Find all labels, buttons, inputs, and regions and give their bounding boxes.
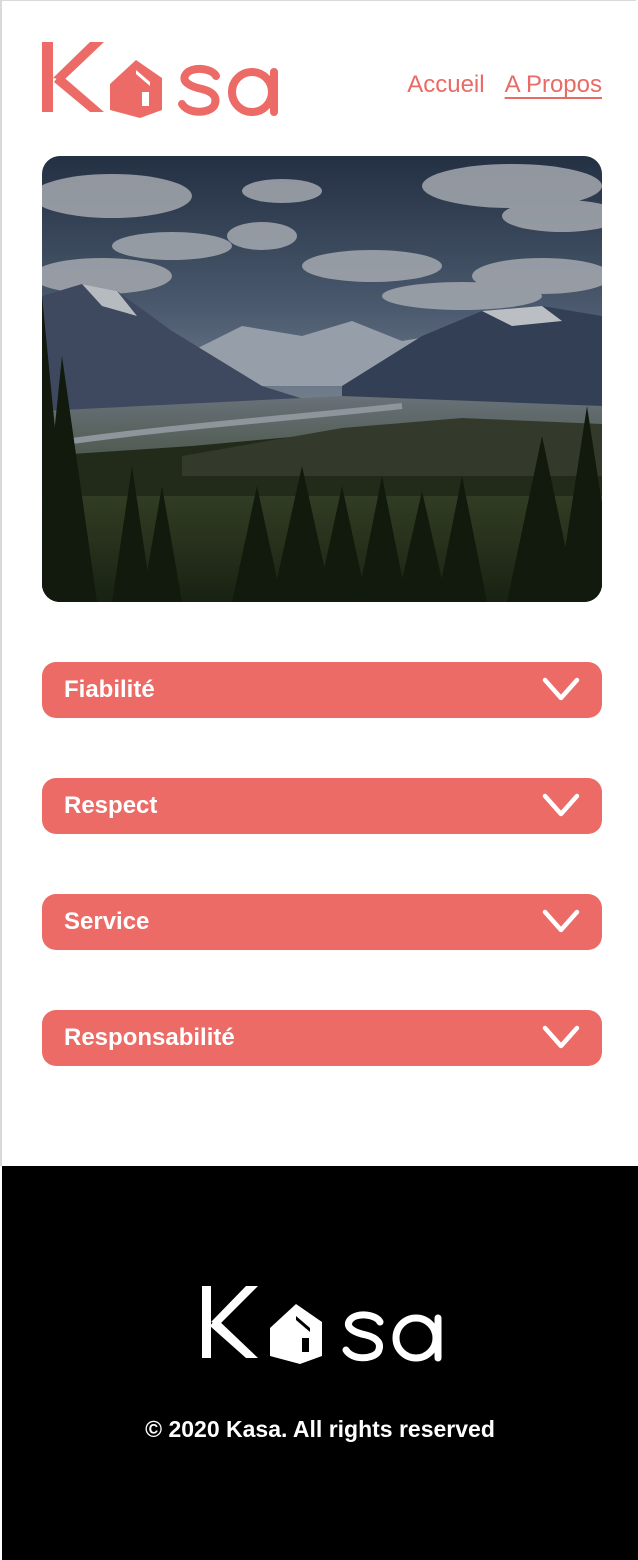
nav-link-a-propos[interactable]: A Propos (505, 70, 602, 100)
collapse-title: Responsabilité (64, 1024, 235, 1051)
copyright-text: © 2020 Kasa. All rights reserved (145, 1416, 495, 1442)
collapse-title: Respect (64, 792, 158, 819)
collapse-title: Fiabilité (64, 676, 155, 703)
nav-link-accueil[interactable]: Accueil (407, 70, 484, 100)
kasa-footer-logo (202, 1286, 442, 1364)
chevron-down-icon[interactable] (542, 907, 580, 937)
collapse-service[interactable]: Service (42, 894, 602, 950)
main-nav: Accueil A Propos (407, 70, 602, 100)
chevron-down-icon[interactable] (542, 1023, 580, 1053)
chevron-down-icon[interactable] (542, 675, 580, 705)
collapse-responsabilite[interactable]: Responsabilité (42, 1010, 602, 1066)
collapse-respect[interactable]: Respect (42, 778, 602, 834)
collapse-title: Service (64, 908, 150, 935)
collapse-fiabilite[interactable]: Fiabilité (42, 662, 602, 718)
footer: © 2020 Kasa. All rights reserved (2, 1166, 638, 1560)
about-banner-image (42, 156, 602, 602)
chevron-down-icon[interactable] (542, 791, 580, 821)
kasa-logo[interactable] (42, 40, 282, 120)
